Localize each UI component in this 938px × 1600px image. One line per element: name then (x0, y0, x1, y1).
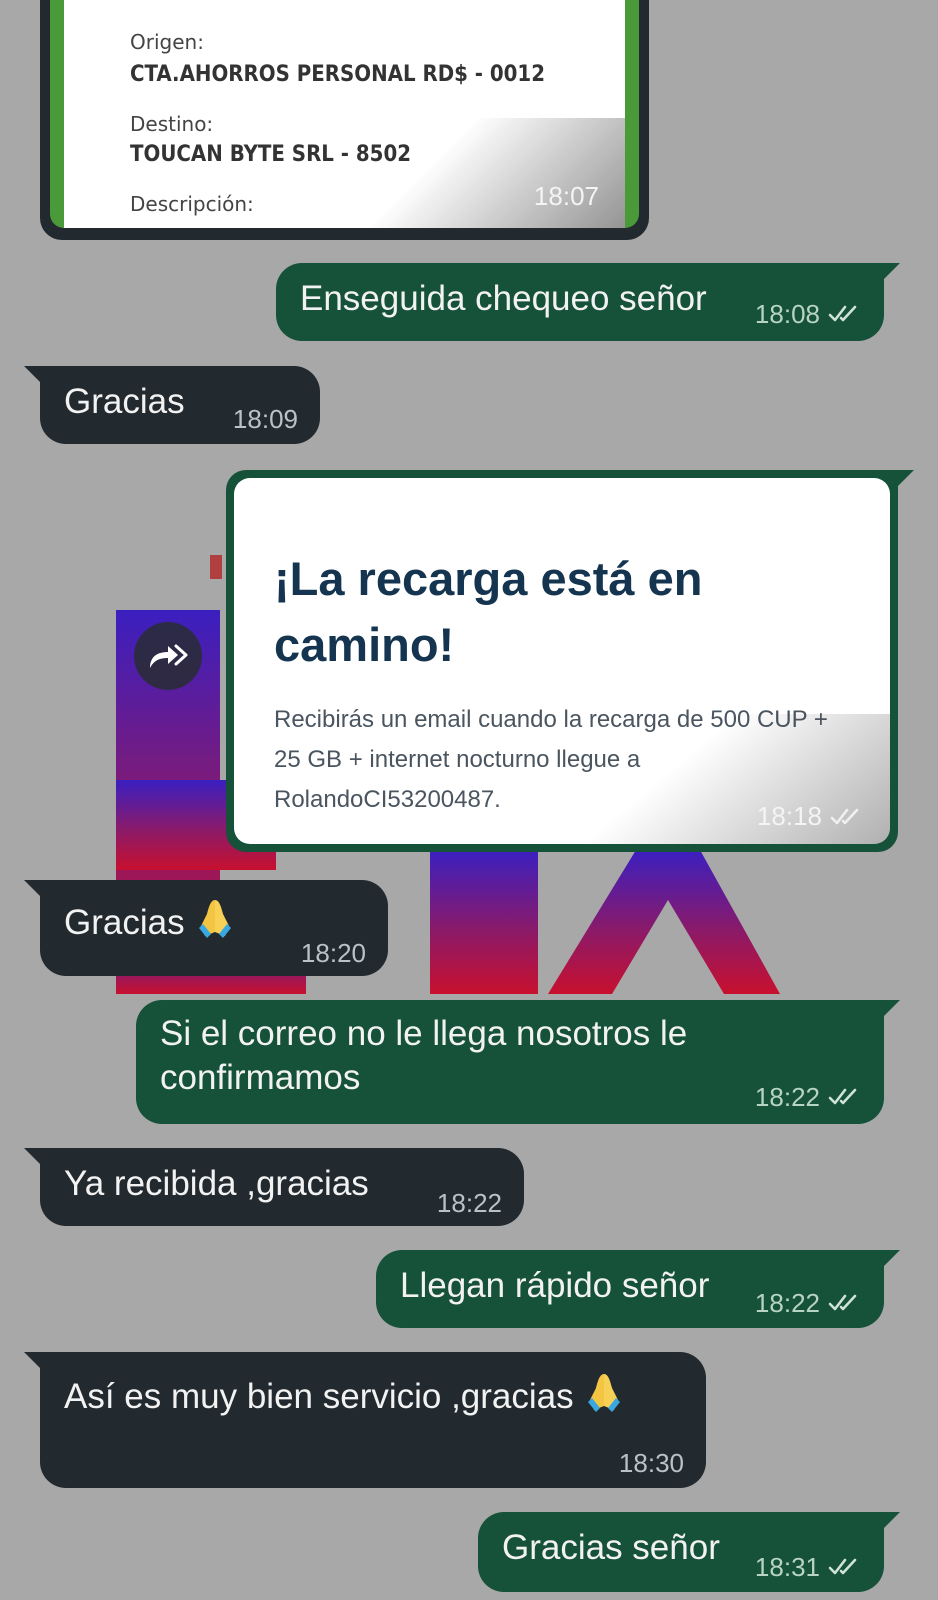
double-check-icon (828, 305, 857, 322)
double-check-icon (828, 1558, 857, 1575)
description-label: Descripción: (130, 192, 254, 216)
message-text-line1: Si el correo no le llega nosotros le (160, 1014, 688, 1053)
origin-value: CTA.AHORROS PERSONAL RD$ - 0012 (130, 62, 545, 87)
message-time: 18:09 (232, 404, 298, 434)
message-text: Llegan rápido señor (400, 1266, 710, 1305)
double-check-icon (830, 808, 859, 824)
message-text: Enseguida chequeo señor (300, 279, 707, 318)
recharge-card: ¡La recarga está en camino! Recibirás un… (234, 478, 890, 844)
destination-label: Destino: (130, 112, 214, 136)
message-time: 18:18 (756, 801, 822, 831)
message-text: Así es muy bien servicio ,gracias (64, 1377, 574, 1416)
outgoing-message[interactable]: Llegan rápido señor 18:22 (376, 1250, 900, 1328)
message-text-line2: confirmamos (160, 1058, 361, 1097)
double-check-icon (828, 1088, 857, 1105)
forward-icon (150, 644, 188, 668)
incoming-message[interactable]: Ya recibida ,gracias 18:22 (24, 1148, 524, 1226)
folded-hands-emoji (587, 1374, 620, 1412)
incoming-message[interactable]: Así es muy bien servicio ,gracias 18:30 (24, 1352, 706, 1488)
recharge-card-message[interactable]: ¡La recarga está en camino! Recibirás un… (226, 470, 914, 852)
receipt-image-message[interactable]: Origen: CTA.AHORROS PERSONAL RD$ - 0012 … (40, 0, 649, 240)
message-time: 18:22 (754, 1082, 820, 1112)
outgoing-message[interactable]: Si el correo no le llega nosotros le con… (136, 1000, 900, 1124)
bank-receipt: Origen: CTA.AHORROS PERSONAL RD$ - 0012 … (50, 0, 639, 228)
origin-label: Origen: (130, 30, 204, 54)
outgoing-message[interactable]: Enseguida chequeo señor 18:08 (276, 263, 900, 341)
double-check-icon (828, 1294, 857, 1311)
message-time: 18:07 (533, 181, 599, 211)
folded-hands-emoji (198, 900, 231, 938)
forward-button[interactable] (134, 622, 202, 690)
incoming-message[interactable]: Gracias 18:09 (24, 366, 320, 444)
message-text: Gracias (64, 382, 185, 421)
chat-conversation: Origen: CTA.AHORROS PERSONAL RD$ - 0012 … (0, 0, 938, 1600)
message-time: 18:30 (618, 1448, 684, 1478)
message-text: Gracias (64, 903, 185, 942)
message-text: Gracias señor (502, 1528, 720, 1567)
message-time: 18:22 (754, 1288, 820, 1318)
message-time: 18:31 (754, 1552, 820, 1582)
message-time: 18:22 (436, 1188, 502, 1218)
incoming-message[interactable]: Gracias 18:20 (24, 880, 388, 976)
message-time: 18:20 (300, 938, 366, 968)
message-time: 18:08 (754, 299, 820, 329)
message-text: Ya recibida ,gracias (64, 1164, 369, 1203)
card-title: ¡La recarga está en camino! (274, 552, 703, 671)
outgoing-message[interactable]: Gracias señor 18:31 (478, 1512, 900, 1592)
